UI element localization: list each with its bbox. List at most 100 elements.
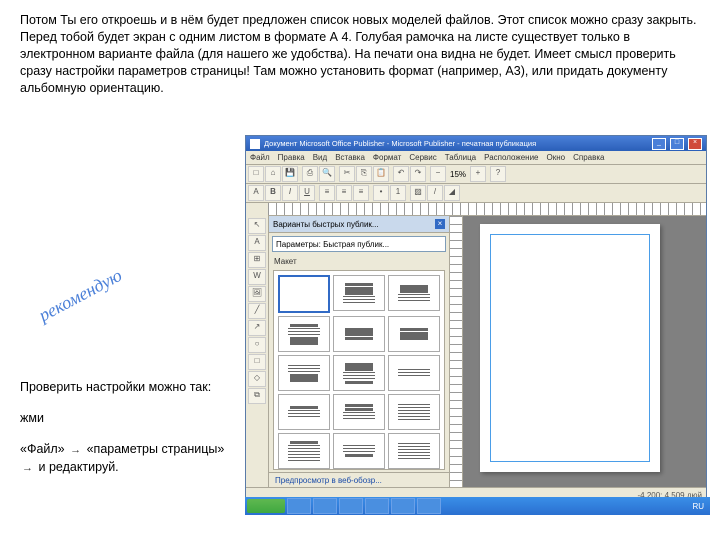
panel-header: Варианты быстрых публик... × — [269, 216, 449, 233]
panel-close-icon[interactable]: × — [435, 219, 445, 229]
paste-icon[interactable]: 📋 — [373, 166, 389, 182]
arrow-tool-icon[interactable]: ↗ — [248, 320, 266, 336]
template-thumb[interactable] — [278, 433, 330, 469]
close-button[interactable]: × — [688, 138, 702, 150]
menu-help[interactable]: Справка — [573, 153, 604, 162]
canvas-area[interactable] — [450, 216, 706, 487]
align-center-icon[interactable]: ≡ — [336, 185, 352, 201]
recommend-watermark: рекомендую — [35, 265, 125, 326]
menu-bar: Файл Правка Вид Вставка Формат Сервис Та… — [246, 151, 706, 165]
template-thumb[interactable] — [278, 275, 330, 313]
fill-icon[interactable]: ▨ — [410, 185, 426, 201]
pointer-icon[interactable]: ↖ — [248, 218, 266, 234]
zoom-out-icon[interactable]: − — [430, 166, 446, 182]
new-icon[interactable]: □ — [248, 166, 264, 182]
undo-icon[interactable]: ↶ — [393, 166, 409, 182]
save-icon[interactable]: 💾 — [282, 166, 298, 182]
menu-table[interactable]: Таблица — [445, 153, 476, 162]
bold-icon[interactable]: B — [265, 185, 281, 201]
numbering-icon[interactable]: 1 — [390, 185, 406, 201]
horizontal-ruler — [268, 203, 706, 216]
toolbar-formatting: A B I U ≡ ≡ ≡ • 1 ▨ / ◢ — [246, 184, 706, 203]
shadow-icon[interactable]: ◢ — [444, 185, 460, 201]
taskbar-item[interactable] — [417, 498, 441, 514]
underline-icon[interactable]: U — [299, 185, 315, 201]
zoom-level[interactable]: 15% — [447, 170, 469, 179]
menu-tools[interactable]: Сервис — [409, 153, 436, 162]
menu-view[interactable]: Вид — [313, 153, 327, 162]
publisher-screenshot: Документ Microsoft Office Publisher - Mi… — [245, 135, 707, 497]
check-line2: жми — [20, 409, 230, 428]
help-icon[interactable]: ? — [490, 166, 506, 182]
menu-arrange[interactable]: Расположение — [484, 153, 538, 162]
template-thumb[interactable] — [388, 316, 440, 352]
template-thumb[interactable] — [278, 355, 330, 391]
shapes-icon[interactable]: ◇ — [248, 371, 266, 387]
italic-icon[interactable]: I — [282, 185, 298, 201]
template-panel: Варианты быстрых публик... × Параметры: … — [269, 216, 450, 487]
print-icon[interactable]: ⎙ — [302, 166, 318, 182]
windows-taskbar: RU — [245, 497, 710, 515]
template-grid — [273, 270, 445, 470]
rect-icon[interactable]: □ — [248, 354, 266, 370]
line-tool-icon[interactable]: ╱ — [248, 303, 266, 319]
template-thumb[interactable] — [333, 394, 385, 430]
window-title: Документ Microsoft Office Publisher - Mi… — [264, 139, 648, 148]
instructions-block: Проверить настройки можно так: жми «Файл… — [20, 378, 230, 477]
check-line1: Проверить настройки можно так: — [20, 378, 230, 397]
taskbar-item[interactable] — [365, 498, 389, 514]
document-page[interactable] — [480, 224, 660, 472]
menu-window[interactable]: Окно — [547, 153, 566, 162]
toolbar-standard: □ ⌂ 💾 ⎙ 🔍 ✂ ⎘ 📋 ↶ ↷ − 15% + ? — [246, 165, 706, 184]
cut-icon[interactable]: ✂ — [339, 166, 355, 182]
copy-icon[interactable]: ⎘ — [356, 166, 372, 182]
arrow-icon: → — [22, 460, 33, 477]
main-paragraph: Потом Ты его откроешь и в нём будет пред… — [0, 0, 720, 96]
text-icon[interactable]: A — [248, 235, 266, 251]
wordart-icon[interactable]: W — [248, 269, 266, 285]
taskbar-item[interactable] — [391, 498, 415, 514]
maximize-button[interactable]: □ — [670, 138, 684, 150]
panel-dropdown[interactable]: Параметры: Быстрая публик... — [272, 236, 446, 252]
zoom-in-icon[interactable]: + — [470, 166, 486, 182]
align-left-icon[interactable]: ≡ — [319, 185, 335, 201]
oval-icon[interactable]: ○ — [248, 337, 266, 353]
minimize-button[interactable]: _ — [652, 138, 666, 150]
template-thumb[interactable] — [388, 433, 440, 469]
arrow-icon: → — [70, 442, 81, 459]
template-thumb[interactable] — [333, 316, 385, 352]
picture-icon[interactable]: 🖼 — [248, 286, 266, 302]
menu-format[interactable]: Формат — [373, 153, 401, 162]
template-thumb[interactable] — [333, 355, 385, 391]
template-thumb[interactable] — [388, 275, 440, 311]
check-path: «Файл» → «параметры страницы» → и редакт… — [20, 440, 230, 478]
app-icon — [250, 139, 260, 149]
template-thumb[interactable] — [278, 316, 330, 352]
template-thumb[interactable] — [278, 394, 330, 430]
taskbar-item[interactable] — [339, 498, 363, 514]
start-button[interactable] — [247, 499, 285, 513]
preview-link[interactable]: Предпросмотр в веб-обозр... — [269, 472, 449, 487]
redo-icon[interactable]: ↷ — [410, 166, 426, 182]
table-tool-icon[interactable]: ⊞ — [248, 252, 266, 268]
font-icon[interactable]: A — [248, 185, 264, 201]
template-thumb[interactable] — [388, 355, 440, 391]
taskbar-item[interactable] — [313, 498, 337, 514]
template-thumb[interactable] — [333, 275, 385, 311]
language-indicator[interactable]: RU — [688, 502, 708, 511]
window-titlebar: Документ Microsoft Office Publisher - Mi… — [246, 136, 706, 151]
panel-section-label: Макет — [269, 255, 449, 268]
menu-insert[interactable]: Вставка — [335, 153, 365, 162]
template-thumb[interactable] — [333, 433, 385, 469]
vertical-toolbox: ↖ A ⊞ W 🖼 ╱ ↗ ○ □ ◇ ⧉ — [246, 216, 269, 487]
bookmark-icon[interactable]: ⧉ — [248, 388, 266, 404]
menu-edit[interactable]: Правка — [278, 153, 305, 162]
menu-file[interactable]: Файл — [250, 153, 270, 162]
template-thumb[interactable] — [388, 394, 440, 430]
preview-icon[interactable]: 🔍 — [319, 166, 335, 182]
bullets-icon[interactable]: • — [373, 185, 389, 201]
taskbar-item[interactable] — [287, 498, 311, 514]
align-right-icon[interactable]: ≡ — [353, 185, 369, 201]
open-icon[interactable]: ⌂ — [265, 166, 281, 182]
line-icon[interactable]: / — [427, 185, 443, 201]
